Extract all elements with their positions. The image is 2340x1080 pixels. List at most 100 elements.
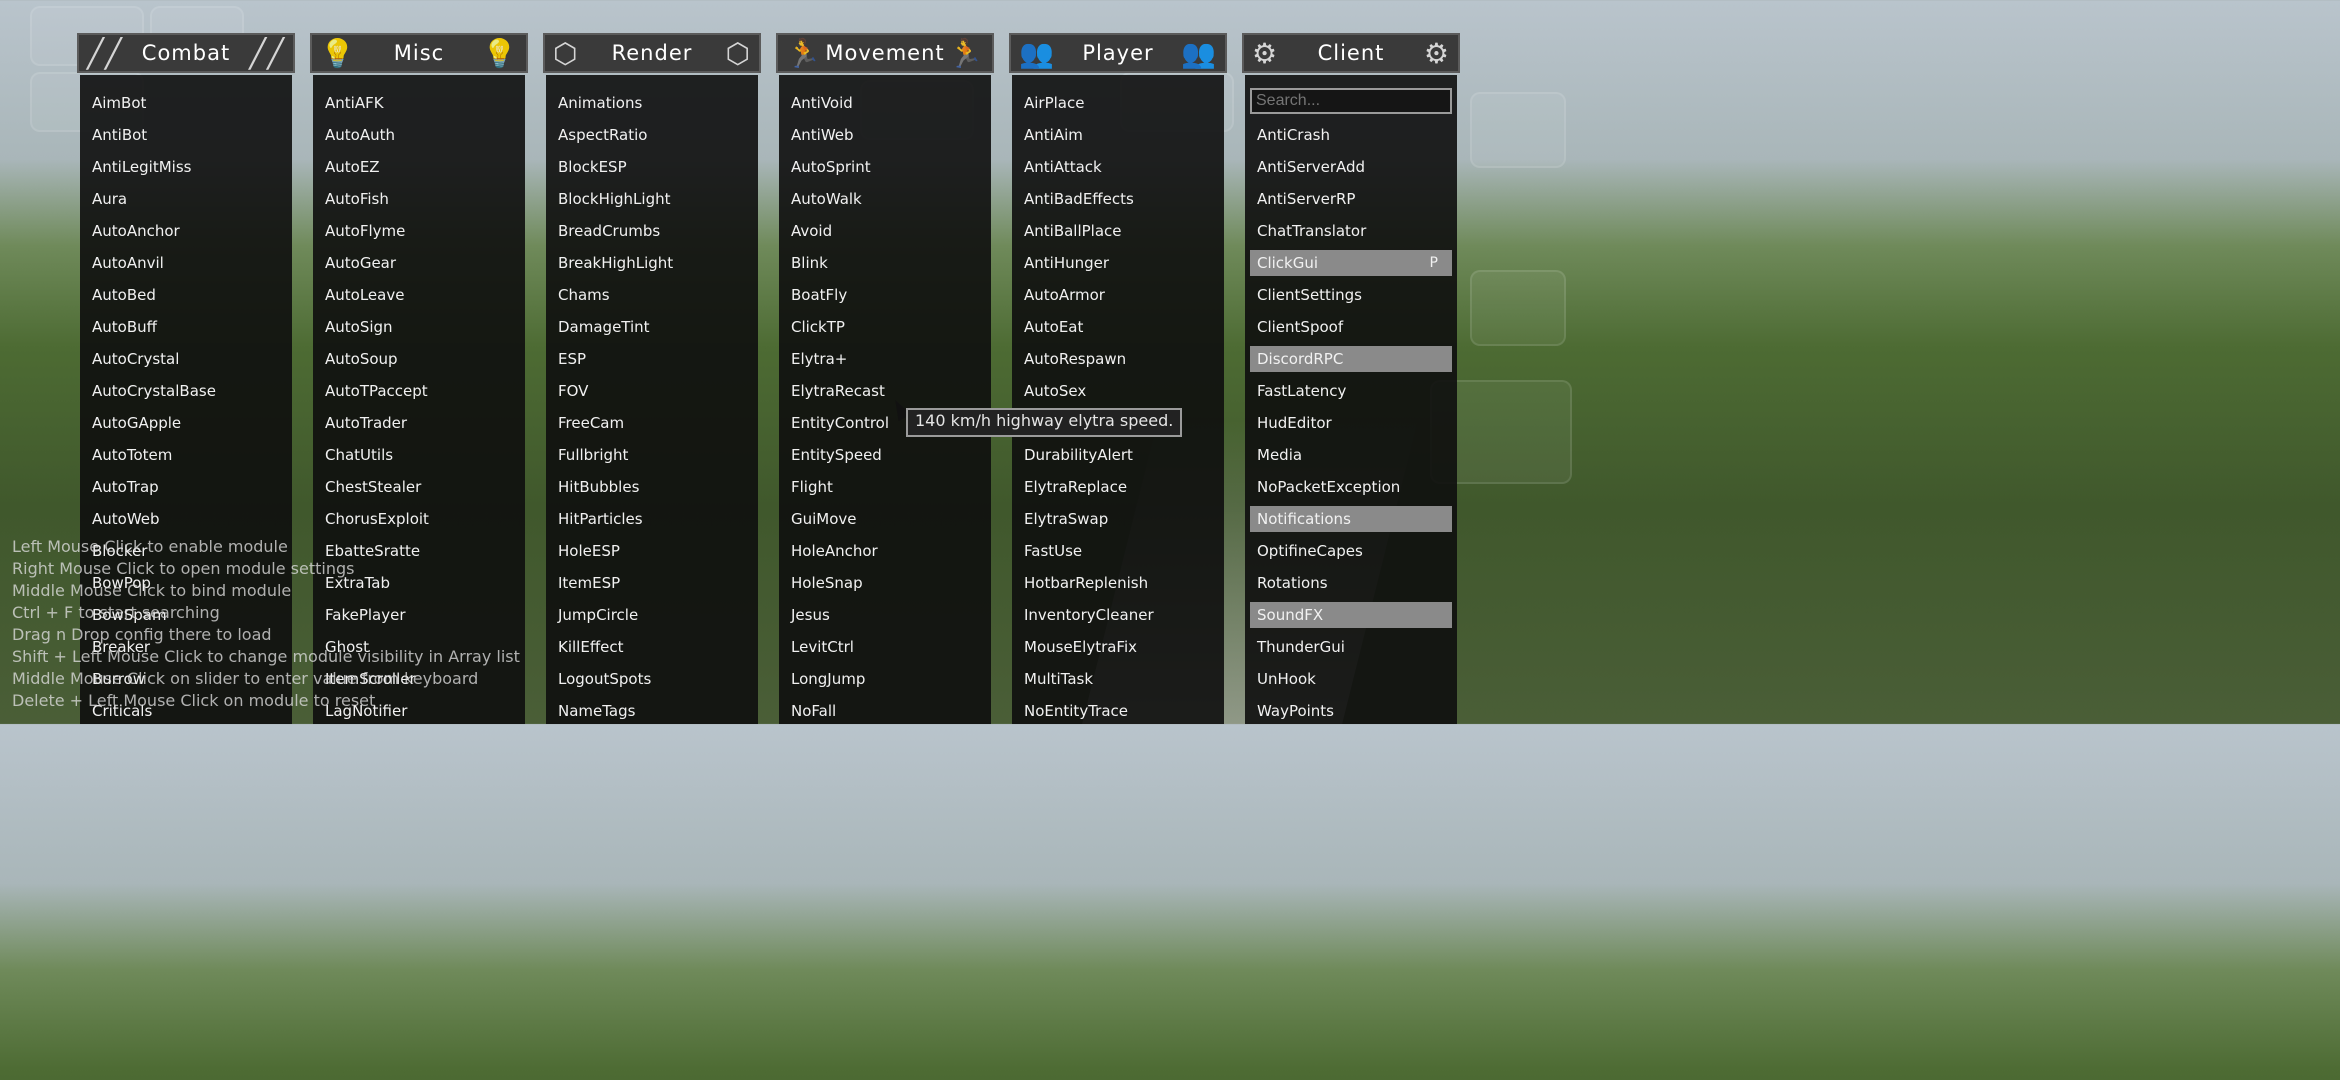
module-item[interactable]: AntiServerRP xyxy=(1245,186,1457,212)
module-item[interactable]: BlockESP xyxy=(546,154,758,180)
module-item[interactable]: Fullbright xyxy=(546,442,758,468)
module-item[interactable]: AspectRatio xyxy=(546,122,758,148)
module-item[interactable]: AutoArmor xyxy=(1012,282,1224,308)
module-item[interactable]: LevitCtrl xyxy=(779,634,991,660)
module-item[interactable]: EntitySpeed xyxy=(779,442,991,468)
module-item[interactable]: Avoid xyxy=(779,218,991,244)
module-item[interactable]: Notifications xyxy=(1250,506,1452,532)
module-item[interactable]: AntiAFK xyxy=(313,90,525,116)
module-item[interactable]: AutoSprint xyxy=(779,154,991,180)
module-item[interactable]: HoleESP xyxy=(546,538,758,564)
module-item[interactable]: AutoLeave xyxy=(313,282,525,308)
module-item[interactable]: DurabilityAlert xyxy=(1012,442,1224,468)
module-item[interactable]: AutoBuff xyxy=(80,314,292,340)
module-item[interactable]: SoundFX xyxy=(1250,602,1452,628)
module-item[interactable]: LogoutSpots xyxy=(546,666,758,692)
module-item[interactable]: Elytra+ xyxy=(779,346,991,372)
module-item[interactable]: HoleSnap xyxy=(779,570,991,596)
module-item[interactable]: AutoCrystal xyxy=(80,346,292,372)
module-item[interactable]: Flight xyxy=(779,474,991,500)
module-item[interactable]: AntiBallPlace xyxy=(1012,218,1224,244)
module-item[interactable]: ElytraRecast xyxy=(779,378,991,404)
panel-header-misc[interactable]: 💡 Misc 💡 xyxy=(310,33,528,73)
module-item[interactable]: AntiServerAdd xyxy=(1245,154,1457,180)
module-item[interactable]: ChorusExploit xyxy=(313,506,525,532)
module-item[interactable]: Blink xyxy=(779,250,991,276)
module-item[interactable]: FOV xyxy=(546,378,758,404)
module-item[interactable]: HotbarReplenish xyxy=(1012,570,1224,596)
module-item[interactable]: AntiVoid xyxy=(779,90,991,116)
module-item[interactable]: HudEditor xyxy=(1245,410,1457,436)
module-item[interactable]: ItemESP xyxy=(546,570,758,596)
module-item[interactable]: InventoryCleaner xyxy=(1012,602,1224,628)
module-item[interactable]: AntiBot xyxy=(80,122,292,148)
module-item[interactable]: NoFall xyxy=(779,698,991,724)
module-item[interactable]: AutoTPaccept xyxy=(313,378,525,404)
module-item[interactable]: FreeCam xyxy=(546,410,758,436)
module-item[interactable]: AutoWeb xyxy=(80,506,292,532)
module-item[interactable]: ChatTranslator xyxy=(1245,218,1457,244)
search-input[interactable] xyxy=(1250,88,1452,114)
module-item[interactable]: BreakHighLight xyxy=(546,250,758,276)
panel-header-movement[interactable]: 🏃 Movement 🏃 xyxy=(776,33,994,73)
module-item[interactable]: AutoAnvil xyxy=(80,250,292,276)
module-item[interactable]: WayPoints xyxy=(1245,698,1457,724)
module-item[interactable]: AntiAim xyxy=(1012,122,1224,148)
module-item[interactable]: DamageTint xyxy=(546,314,758,340)
module-item[interactable]: Aura xyxy=(80,186,292,212)
module-item[interactable]: ChestStealer xyxy=(313,474,525,500)
module-item[interactable]: OptifineCapes xyxy=(1245,538,1457,564)
module-item[interactable]: Rotations xyxy=(1245,570,1457,596)
module-item[interactable]: AutoSign xyxy=(313,314,525,340)
module-item[interactable]: AimBot xyxy=(80,90,292,116)
panel-header-client[interactable]: ⚙ Client ⚙ xyxy=(1242,33,1460,73)
module-item[interactable]: HitBubbles xyxy=(546,474,758,500)
module-item[interactable]: MouseElytraFix xyxy=(1012,634,1224,660)
module-item[interactable]: AutoWalk xyxy=(779,186,991,212)
module-item[interactable]: FastLatency xyxy=(1245,378,1457,404)
module-item[interactable]: ChatUtils xyxy=(313,442,525,468)
module-item[interactable]: AntiLegitMiss xyxy=(80,154,292,180)
module-item[interactable]: AutoFlyme xyxy=(313,218,525,244)
module-item[interactable]: UnHook xyxy=(1245,666,1457,692)
module-item[interactable]: MultiTask xyxy=(1012,666,1224,692)
panel-header-combat[interactable]: ╱╱ Combat ╱╱ xyxy=(77,33,295,73)
module-item[interactable]: FastUse xyxy=(1012,538,1224,564)
module-item[interactable]: AutoTrap xyxy=(80,474,292,500)
module-item[interactable]: BlockHighLight xyxy=(546,186,758,212)
module-item[interactable]: AutoSoup xyxy=(313,346,525,372)
module-item[interactable]: ESP xyxy=(546,346,758,372)
module-item[interactable]: HoleAnchor xyxy=(779,538,991,564)
module-item[interactable]: GuiMove xyxy=(779,506,991,532)
module-item[interactable]: DiscordRPC xyxy=(1250,346,1452,372)
module-item[interactable]: AutoTotem xyxy=(80,442,292,468)
module-item[interactable]: ElytraReplace xyxy=(1012,474,1224,500)
module-item[interactable]: ClientSettings xyxy=(1245,282,1457,308)
module-item[interactable]: NoPacketException xyxy=(1245,474,1457,500)
module-item[interactable]: AutoGear xyxy=(313,250,525,276)
module-item[interactable]: BoatFly xyxy=(779,282,991,308)
module-item[interactable]: ClickGui P xyxy=(1250,250,1452,276)
module-item[interactable]: AirPlace xyxy=(1012,90,1224,116)
module-item[interactable]: AutoEat xyxy=(1012,314,1224,340)
module-item[interactable]: AutoSex xyxy=(1012,378,1224,404)
module-item[interactable]: ThunderGui xyxy=(1245,634,1457,660)
module-item[interactable]: AutoAuth xyxy=(313,122,525,148)
module-item[interactable]: AutoFish xyxy=(313,186,525,212)
module-item[interactable]: AutoAnchor xyxy=(80,218,292,244)
module-item[interactable]: HitParticles xyxy=(546,506,758,532)
panel-header-render[interactable]: ⬡ Render ⬡ xyxy=(543,33,761,73)
module-item[interactable]: AntiAttack xyxy=(1012,154,1224,180)
module-item[interactable]: Jesus xyxy=(779,602,991,628)
module-item[interactable]: AutoGApple xyxy=(80,410,292,436)
module-item[interactable]: LongJump xyxy=(779,666,991,692)
panel-header-player[interactable]: 👥 Player 👥 xyxy=(1009,33,1227,73)
module-item[interactable]: AutoCrystalBase xyxy=(80,378,292,404)
module-item[interactable]: AntiWeb xyxy=(779,122,991,148)
module-item[interactable]: AntiHunger xyxy=(1012,250,1224,276)
module-item[interactable]: NameTags xyxy=(546,698,758,724)
module-item[interactable]: JumpCircle xyxy=(546,602,758,628)
module-item[interactable]: ClickTP xyxy=(779,314,991,340)
module-item[interactable]: Media xyxy=(1245,442,1457,468)
module-item[interactable]: AutoTrader xyxy=(313,410,525,436)
